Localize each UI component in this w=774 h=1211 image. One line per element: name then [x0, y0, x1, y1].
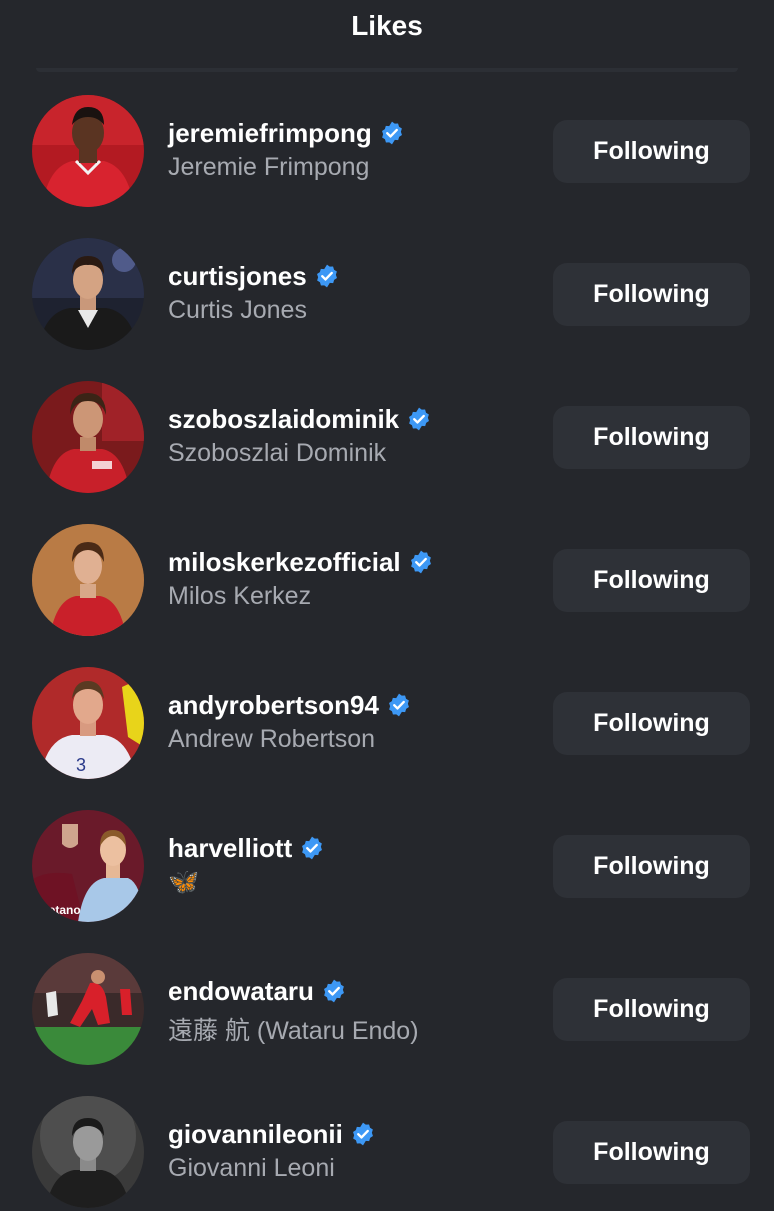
list-item[interactable]: Betano harvelliott 🦋 Following: [0, 795, 774, 925]
following-button[interactable]: Following: [553, 406, 750, 469]
avatar[interactable]: [32, 1096, 144, 1208]
avatar[interactable]: Betano: [32, 810, 144, 922]
verified-badge-icon: [352, 1122, 373, 1146]
verified-badge-icon: [409, 407, 430, 431]
svg-text:3: 3: [76, 755, 86, 775]
username[interactable]: harvelliott: [168, 833, 292, 864]
list-item[interactable]: giovannileonii Giovanni Leoni Following: [0, 1081, 774, 1211]
verified-badge-icon: [381, 121, 402, 145]
full-name: Giovanni Leoni: [168, 1154, 335, 1182]
username[interactable]: miloskerkezofficial: [168, 547, 401, 578]
avatar[interactable]: [32, 238, 144, 350]
full-name: Andrew Robertson: [168, 725, 376, 753]
following-button[interactable]: Following: [553, 978, 750, 1041]
full-name: Curtis Jones: [168, 296, 307, 324]
list-item[interactable]: curtisjones Curtis Jones Following: [0, 223, 774, 353]
following-button[interactable]: Following: [553, 120, 750, 183]
list-item[interactable]: endowataru 遠藤 航 (Wataru Endo) Following: [0, 938, 774, 1068]
following-button[interactable]: Following: [553, 835, 750, 898]
username[interactable]: giovannileonii: [168, 1119, 343, 1150]
verified-badge-icon: [316, 264, 337, 288]
full-name: Szoboszlai Dominik: [168, 439, 387, 467]
username[interactable]: jeremiefrimpong: [168, 118, 372, 149]
full-name: Milos Kerkez: [168, 582, 312, 610]
avatar[interactable]: 3: [32, 667, 144, 779]
verified-badge-icon: [410, 550, 431, 574]
following-button[interactable]: Following: [553, 549, 750, 612]
svg-text:Betano: Betano: [40, 903, 81, 917]
list-item[interactable]: miloskerkezofficial Milos Kerkez Followi…: [0, 509, 774, 639]
full-name: 🦋: [168, 868, 200, 896]
full-name: 遠藤 航 (Wataru Endo): [168, 1017, 419, 1045]
following-button[interactable]: Following: [553, 263, 750, 326]
avatar[interactable]: [32, 95, 144, 207]
following-button[interactable]: Following: [553, 692, 750, 755]
avatar[interactable]: [32, 953, 144, 1065]
full-name: Jeremie Frimpong: [168, 153, 370, 181]
following-button[interactable]: Following: [553, 1121, 750, 1184]
avatar[interactable]: [32, 381, 144, 493]
verified-badge-icon: [323, 979, 344, 1003]
username[interactable]: curtisjones: [168, 261, 307, 292]
verified-badge-icon: [302, 836, 323, 860]
username[interactable]: endowataru: [168, 976, 314, 1007]
verified-badge-icon: [388, 693, 409, 717]
avatar[interactable]: [32, 524, 144, 636]
username[interactable]: szoboszlaidominik: [168, 404, 399, 435]
username[interactable]: andyrobertson94: [168, 690, 379, 721]
list-item[interactable]: szoboszlaidominik Szoboszlai Dominik Fol…: [0, 366, 774, 496]
list-item[interactable]: jeremiefrimpong Jeremie Frimpong Followi…: [0, 80, 774, 210]
list-item[interactable]: 3 andyrobertson94 Andrew Robertson Follo…: [0, 652, 774, 782]
header: Likes: [0, 0, 774, 72]
page-title: Likes: [351, 10, 423, 41]
header-divider: [36, 68, 738, 72]
